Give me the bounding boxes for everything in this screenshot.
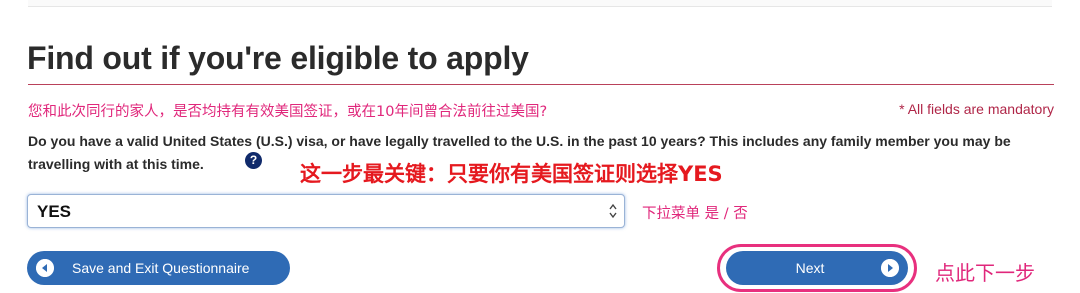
up-down-chevrons-icon [609,203,617,219]
visa-select[interactable]: YES [27,194,625,228]
arrow-right-circle-icon [881,259,899,277]
annotation-dropdown-hint: 下拉菜单 是 / 否 [642,206,748,222]
annotation-key-step: 这一步最关键：只要你有美国签证则选择YES [300,162,723,186]
arrow-left-circle-icon [36,259,54,277]
top-divider [28,0,1052,7]
save-exit-button-label: Save and Exit Questionnaire [72,260,250,276]
annotation-question-translation: 您和此次同行的家人，是否均持有有效美国签证，或在10年间曾合法前往过美国? [28,104,548,120]
page-title: Find out if you're eligible to apply [27,40,529,76]
visa-select-value: YES [37,202,72,221]
title-divider [28,84,1054,85]
annotation-next-hint: 点此下一步 [935,261,1035,285]
save-exit-button[interactable]: Save and Exit Questionnaire [27,251,290,285]
mandatory-fields-note: * All fields are mandatory [899,101,1054,117]
next-button[interactable]: Next [726,251,908,285]
help-question-icon[interactable]: ? [245,152,262,169]
next-button-label: Next [795,260,825,276]
